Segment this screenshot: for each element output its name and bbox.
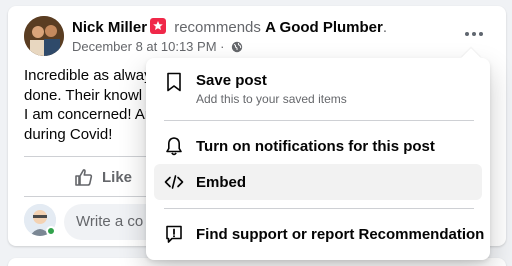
post-meta: December 8 at 10:13 PM · [72, 39, 243, 56]
report-icon [164, 224, 184, 244]
post-timestamp[interactable]: December 8 at 10:13 PM [72, 39, 217, 54]
like-button[interactable]: Like [74, 162, 132, 192]
menu-item-title: Embed [196, 173, 247, 191]
menu-item-subtitle: Add this to your saved items [196, 92, 347, 106]
more-dots-icon [465, 32, 469, 36]
recommended-page-link[interactable]: A Good Plumber [265, 19, 383, 36]
post-header: Nick Miller recommends A Good Plumber. [72, 18, 387, 36]
meta-separator: · [220, 39, 225, 54]
globe-icon [231, 41, 243, 56]
author-name[interactable]: Nick Miller [72, 19, 147, 36]
menu-item-turn-on-notifications[interactable]: Turn on notifications for this post [154, 128, 482, 164]
menu-divider [164, 208, 474, 209]
post-options-menu: Save post Add this to your saved items T… [146, 58, 490, 260]
more-options-button[interactable] [460, 24, 488, 44]
menu-divider [164, 120, 474, 121]
bookmark-icon [164, 72, 184, 92]
menu-item-save-post[interactable]: Save post Add this to your saved items [154, 68, 482, 116]
online-status-indicator [46, 226, 56, 236]
like-label: Like [102, 168, 133, 186]
thumbs-up-icon [75, 169, 93, 186]
author-avatar[interactable] [24, 16, 64, 56]
code-icon [164, 172, 184, 192]
menu-item-find-support-report[interactable]: Find support or report Recommendation [154, 216, 485, 252]
menu-item-title: Turn on notifications for this post [196, 137, 435, 155]
menu-item-title: Find support or report Recommendation [196, 225, 485, 243]
menu-item-title: Save post [196, 72, 267, 89]
recommends-text: recommends [174, 19, 261, 36]
bell-icon [164, 136, 184, 156]
recommendation-badge-icon [150, 18, 167, 34]
header-period: . [382, 19, 388, 36]
menu-item-embed[interactable]: Embed [154, 164, 482, 200]
